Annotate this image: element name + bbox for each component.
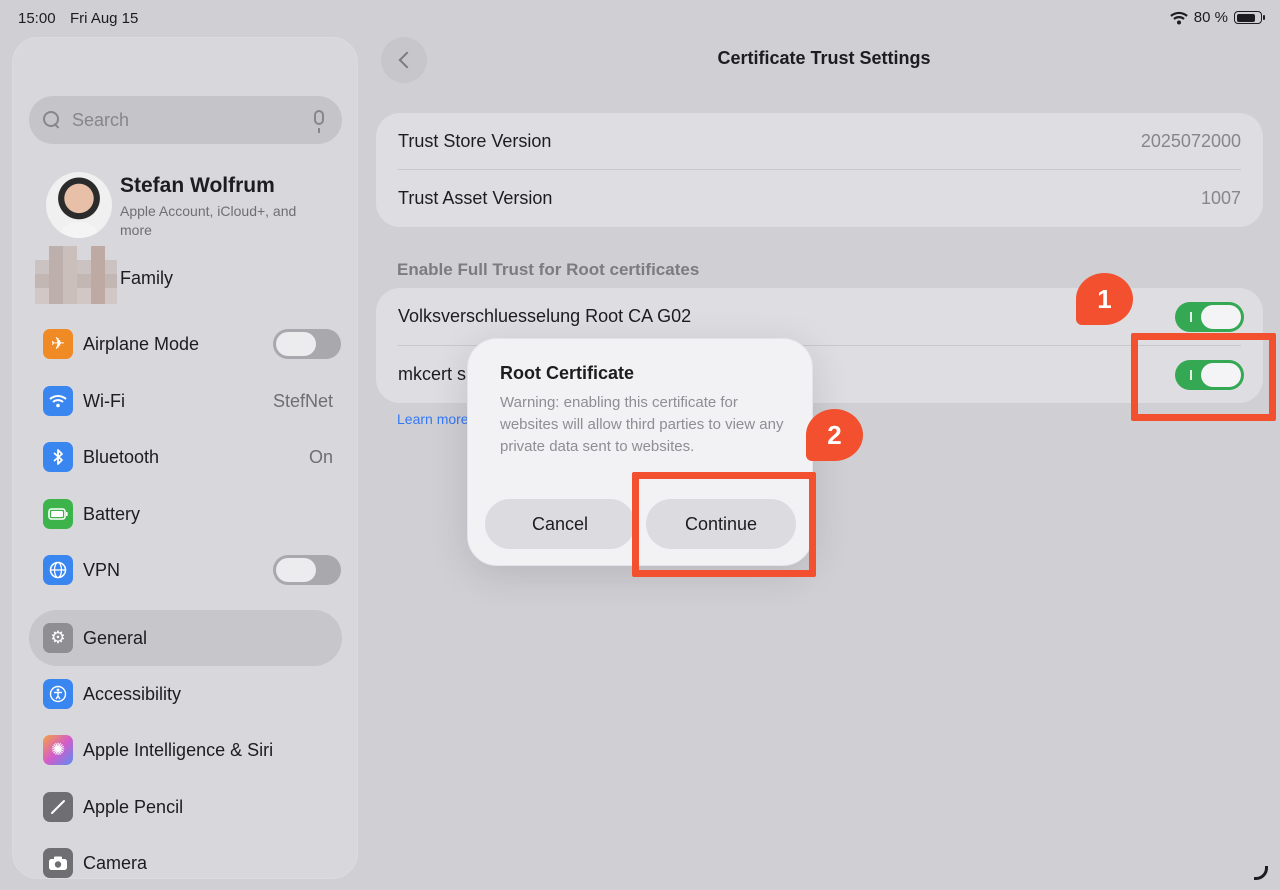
step-badge-1: 1 xyxy=(1076,273,1133,325)
status-date: Fri Aug 15 xyxy=(70,10,139,27)
sidebar-item-label: Apple Pencil xyxy=(83,796,184,817)
row-label: Trust Asset Version xyxy=(398,187,553,208)
sidebar-item-label: General xyxy=(83,627,148,648)
globe-icon xyxy=(43,555,73,585)
avatar xyxy=(46,172,112,238)
wifi-icon xyxy=(43,386,73,416)
sidebar: Search Stefan Wolfrum Apple Account, iCl… xyxy=(12,37,358,879)
sidebar-item-camera[interactable]: Camera xyxy=(43,843,343,878)
gear-icon: ⚙ xyxy=(43,623,73,653)
family-label: Family xyxy=(120,268,173,288)
sidebar-item-label: Bluetooth xyxy=(83,446,160,467)
sidebar-item-airplane-mode[interactable]: ✈ Airplane Mode xyxy=(43,324,343,364)
status-indicators: 80 % xyxy=(1170,9,1265,26)
sidebar-item-vpn[interactable]: VPN xyxy=(43,550,343,590)
sidebar-item-apple-intelligence-siri[interactable]: ✺ Apple Intelligence & Siri xyxy=(43,730,343,770)
corner-indicator xyxy=(1254,866,1268,880)
sidebar-item-label: Apple Intelligence & Siri xyxy=(83,739,274,760)
sidebar-item-label: Airplane Mode xyxy=(83,333,200,354)
certificate-toggle-1[interactable] xyxy=(1175,302,1244,332)
battery-percent: 80 % xyxy=(1193,9,1228,26)
chevron-left-icon xyxy=(398,51,415,69)
sidebar-item-general[interactable]: ⚙ General xyxy=(43,618,343,658)
status-bar: 15:00 Fri Aug 15 80 % xyxy=(0,0,1280,36)
row-value: 2025072000 xyxy=(1140,130,1241,151)
sidebar-item-accessibility[interactable]: Accessibility xyxy=(43,674,343,714)
page-title: Certificate Trust Settings xyxy=(717,48,931,68)
cancel-button[interactable]: Cancel xyxy=(485,499,635,549)
versions-group: Trust Store Version 2025072000 Trust Ass… xyxy=(376,113,1263,227)
siri-icon: ✺ xyxy=(43,735,73,765)
family-avatars xyxy=(35,246,117,304)
toggle-highlight-box xyxy=(1131,333,1276,421)
status-time: 15:00 xyxy=(18,10,56,27)
sidebar-item-battery[interactable]: Battery xyxy=(43,494,343,534)
search-icon xyxy=(43,111,61,129)
battery-icon xyxy=(43,499,73,529)
family-row[interactable]: Family xyxy=(35,246,335,304)
search-placeholder: Search xyxy=(72,109,130,130)
trust-asset-version-row: Trust Asset Version 1007 xyxy=(398,170,1241,226)
profile-name: Stefan Wolfrum xyxy=(120,174,275,197)
row-label: Trust Store Version xyxy=(398,130,552,151)
section-header: Enable Full Trust for Root certificates xyxy=(397,260,700,279)
microphone-icon[interactable] xyxy=(314,110,324,133)
back-button[interactable] xyxy=(381,37,427,83)
battery-status-icon xyxy=(1234,11,1265,24)
sidebar-item-bluetooth[interactable]: Bluetooth On xyxy=(43,437,343,477)
sidebar-item-label: Accessibility xyxy=(83,683,182,704)
row-label: mkcert s xyxy=(398,363,467,384)
accessibility-icon xyxy=(43,679,73,709)
profile-row[interactable]: Stefan Wolfrum Apple Account, iCloud+, a… xyxy=(46,172,346,242)
sidebar-item-label: VPN xyxy=(83,559,121,580)
trust-store-version-row: Trust Store Version 2025072000 xyxy=(398,113,1241,169)
sidebar-item-wifi[interactable]: Wi-Fi StefNet xyxy=(43,381,343,421)
profile-subtitle: Apple Account, iCloud+, and more xyxy=(120,203,297,238)
pencil-icon xyxy=(43,792,73,822)
continue-highlight-box xyxy=(632,472,816,577)
vpn-toggle[interactable] xyxy=(273,555,341,585)
sidebar-item-label: Camera xyxy=(83,852,148,873)
sidebar-item-value: StefNet xyxy=(272,390,333,411)
airplane-mode-toggle[interactable] xyxy=(273,329,341,359)
sidebar-item-value: On xyxy=(308,446,333,467)
row-value: 1007 xyxy=(1200,187,1241,208)
wifi-status-icon xyxy=(1170,11,1188,24)
camera-icon xyxy=(43,848,73,878)
row-label: Volksverschluesselung Root CA G02 xyxy=(398,305,692,326)
sidebar-item-label: Wi-Fi xyxy=(83,390,125,411)
search-field[interactable]: Search xyxy=(29,96,342,144)
sidebar-item-label: Battery xyxy=(83,503,141,524)
alert-title: Root Certificate xyxy=(500,363,635,383)
sidebar-item-apple-pencil[interactable]: Apple Pencil xyxy=(43,787,343,827)
step-badge-2: 2 xyxy=(806,409,863,461)
alert-message: Warning: enabling this certificate for w… xyxy=(500,394,784,455)
learn-more-link[interactable]: Learn more xyxy=(397,411,469,427)
airplane-icon: ✈ xyxy=(43,329,73,359)
bluetooth-icon xyxy=(43,442,73,472)
